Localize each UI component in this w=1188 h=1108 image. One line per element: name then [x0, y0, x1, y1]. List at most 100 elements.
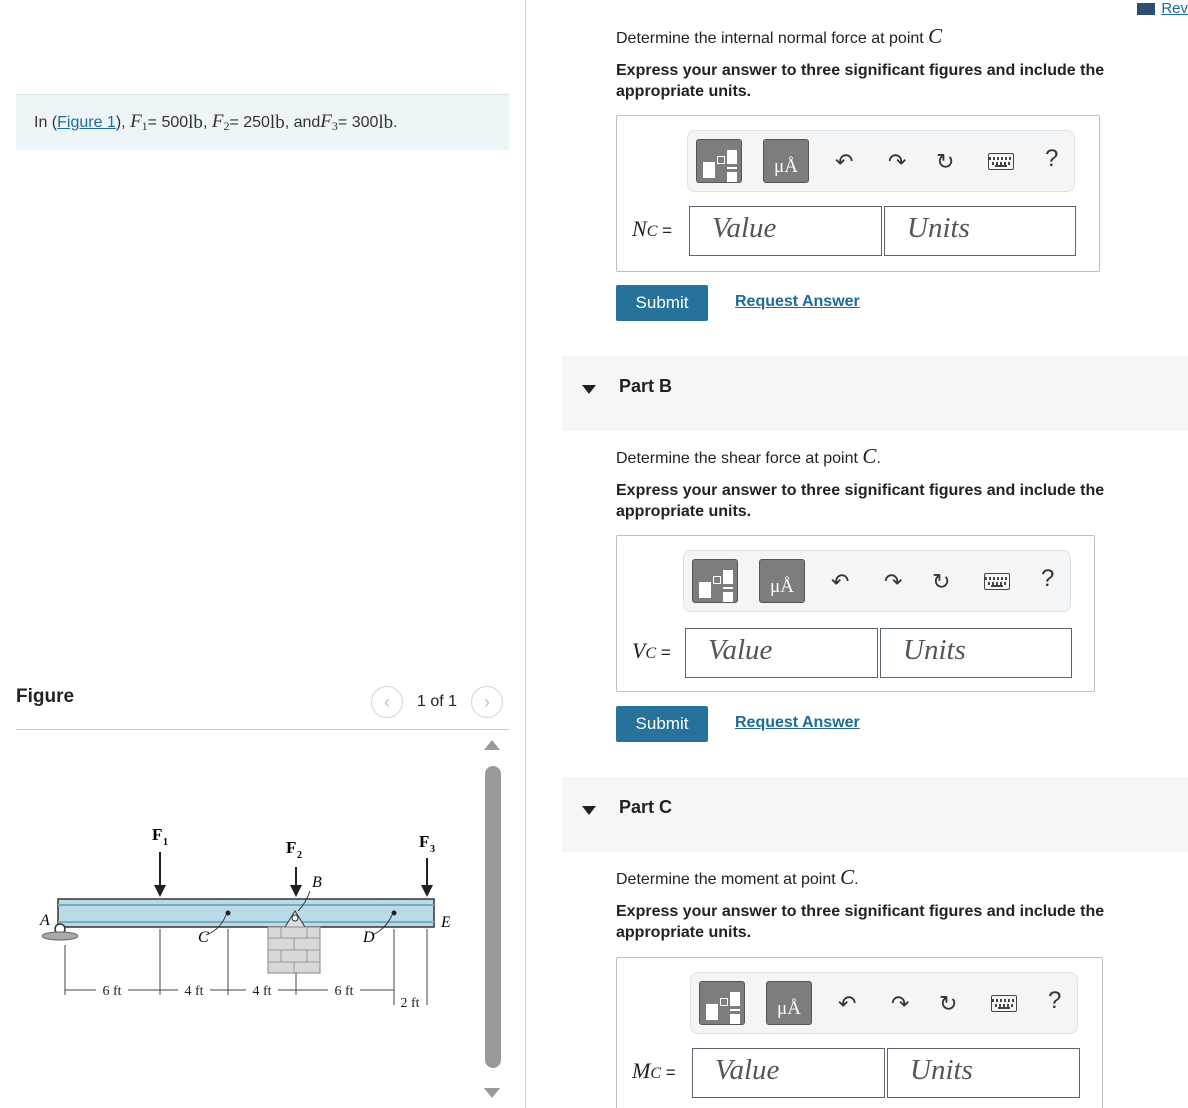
- f1-value: = 500: [147, 113, 189, 131]
- fraction-template-icon[interactable]: [699, 981, 745, 1025]
- var-label-mc: MC =: [632, 1058, 676, 1083]
- keyboard-icon[interactable]: [984, 573, 1010, 590]
- request-answer-link[interactable]: Request Answer: [735, 714, 860, 732]
- label-b: B: [312, 874, 322, 891]
- help-icon[interactable]: ?: [1048, 987, 1061, 1015]
- part-b-header[interactable]: Part B: [562, 356, 1188, 431]
- dim-2ft: 2 ft: [400, 996, 419, 1011]
- var-label-nc: NC =: [632, 216, 673, 241]
- keyboard-icon[interactable]: [988, 153, 1014, 170]
- units-button[interactable]: μÅ: [766, 981, 812, 1025]
- book-icon: [1137, 2, 1156, 15]
- part-b-answer-box: μÅ ↶ ↷ ↻ ? VC = Value Units: [616, 535, 1095, 692]
- units-button[interactable]: μÅ: [763, 139, 809, 183]
- submit-button[interactable]: Submit: [616, 285, 708, 321]
- left-pane: In (Figure 1), F1 = 500 lb, F2 = 250 lb,…: [0, 0, 526, 1108]
- and-text: , and: [284, 113, 321, 131]
- problem-statement: In (Figure 1), F1 = 500 lb, F2 = 250 lb,…: [16, 94, 509, 150]
- units-input[interactable]: Units: [880, 628, 1072, 678]
- undo-icon[interactable]: ↶: [838, 991, 856, 1017]
- pin-support-a: [41, 931, 79, 941]
- math-toolbar: μÅ ↶ ↷ ↻ ?: [690, 972, 1078, 1034]
- dim-4ft-b: 4 ft: [252, 984, 271, 999]
- request-answer-link[interactable]: Request Answer: [735, 293, 860, 311]
- collapse-triangle-icon[interactable]: [582, 385, 596, 394]
- help-icon[interactable]: ?: [1041, 565, 1054, 593]
- units-input[interactable]: Units: [887, 1048, 1080, 1098]
- part-c-answer-box: μÅ ↶ ↷ ↻ ? MC = Value Units: [616, 957, 1103, 1108]
- reset-icon[interactable]: ↻: [936, 149, 954, 175]
- fraction-template-icon[interactable]: [692, 559, 738, 603]
- undo-icon[interactable]: ↶: [831, 569, 849, 595]
- unit-lb: lb: [378, 111, 394, 133]
- var-label-vc: VC =: [632, 638, 671, 663]
- scrollbar-thumb[interactable]: [485, 766, 501, 1068]
- review-label[interactable]: Rev: [1161, 0, 1188, 17]
- label-e: E: [440, 914, 450, 931]
- value-input[interactable]: Value: [689, 206, 882, 256]
- units-button[interactable]: μÅ: [759, 559, 805, 603]
- part-b-instructions: Express your answer to three significant…: [616, 482, 1105, 520]
- part-b-question: Determine the shear force at point C.: [616, 444, 881, 468]
- redo-icon[interactable]: ↷: [884, 569, 902, 595]
- f2-sub: 2: [297, 850, 302, 861]
- label-c: C: [198, 929, 209, 946]
- dim-6ft-b: 6 ft: [334, 984, 353, 999]
- chevron-right-icon[interactable]: ›: [471, 686, 504, 718]
- unit-lb: lb: [188, 111, 203, 133]
- f3-var: F3: [320, 111, 338, 133]
- submit-button[interactable]: Submit: [616, 706, 708, 742]
- part-a-answer-box: μÅ ↶ ↷ ↻ ? NC = Value Units: [616, 115, 1100, 272]
- f3-label: F: [419, 832, 429, 851]
- collapse-triangle-icon[interactable]: [582, 806, 596, 815]
- point-c: C: [840, 865, 855, 889]
- f2-value: = 250: [229, 113, 270, 131]
- value-input[interactable]: Value: [692, 1048, 885, 1098]
- beam-figure: F 1 F 2 F 3 A B C D E 6 ft 4 ft 4 ft 6 f…: [39, 825, 450, 1011]
- dim-6ft-a: 6 ft: [102, 984, 121, 999]
- redo-icon[interactable]: ↷: [891, 991, 909, 1017]
- units-input[interactable]: Units: [884, 206, 1076, 256]
- f1-var: F1: [130, 111, 148, 133]
- figure-title: Figure: [16, 686, 75, 707]
- value-input[interactable]: Value: [685, 628, 878, 678]
- keyboard-icon[interactable]: [991, 995, 1017, 1012]
- part-b-title: Part B: [619, 376, 673, 396]
- part-c-instructions: Express your answer to three significant…: [616, 903, 1105, 941]
- point-c: C: [862, 444, 877, 468]
- figure-link[interactable]: Figure 1: [57, 114, 116, 132]
- f1-sub: 1: [163, 837, 168, 848]
- review-link[interactable]: Rev: [1137, 0, 1188, 17]
- math-toolbar: μÅ ↶ ↷ ↻ ?: [683, 550, 1071, 612]
- point-c: C: [928, 24, 943, 48]
- f2-var: F2: [211, 111, 230, 133]
- divider: [16, 729, 509, 730]
- dim-4ft-a: 4 ft: [184, 984, 203, 999]
- intro-suffix: ),: [115, 113, 126, 131]
- chevron-left-icon[interactable]: ‹: [371, 686, 403, 718]
- reset-icon[interactable]: ↻: [939, 991, 957, 1017]
- intro-prefix: In (: [34, 113, 58, 131]
- unit-lb: lb: [269, 111, 285, 133]
- pager-text: 1 of 1: [417, 693, 458, 710]
- label-a: A: [39, 912, 50, 929]
- part-a-instructions: Express your answer to three significant…: [616, 62, 1105, 100]
- f3-sub: 3: [430, 844, 435, 855]
- fraction-template-icon[interactable]: [696, 139, 742, 183]
- redo-icon[interactable]: ↷: [888, 149, 906, 175]
- f2-label: F: [286, 838, 296, 857]
- f1-label: F: [152, 825, 162, 844]
- part-c-title: Part C: [619, 797, 673, 817]
- scroll-up-arrow-icon[interactable]: [484, 740, 500, 750]
- f3-value: = 300: [337, 113, 379, 131]
- label-d: D: [362, 929, 375, 946]
- math-toolbar: μÅ ↶ ↷ ↻ ?: [687, 130, 1075, 192]
- figure-pager: ‹ 1 of 1 ›: [371, 686, 504, 718]
- help-icon[interactable]: ?: [1045, 145, 1058, 173]
- part-c-header[interactable]: Part C: [562, 777, 1188, 852]
- part-a-question: Determine the internal normal force at p…: [616, 24, 943, 48]
- undo-icon[interactable]: ↶: [835, 149, 853, 175]
- scroll-down-arrow-icon[interactable]: [484, 1088, 500, 1098]
- reset-icon[interactable]: ↻: [932, 569, 950, 595]
- part-c-question: Determine the moment at point C.: [616, 865, 859, 889]
